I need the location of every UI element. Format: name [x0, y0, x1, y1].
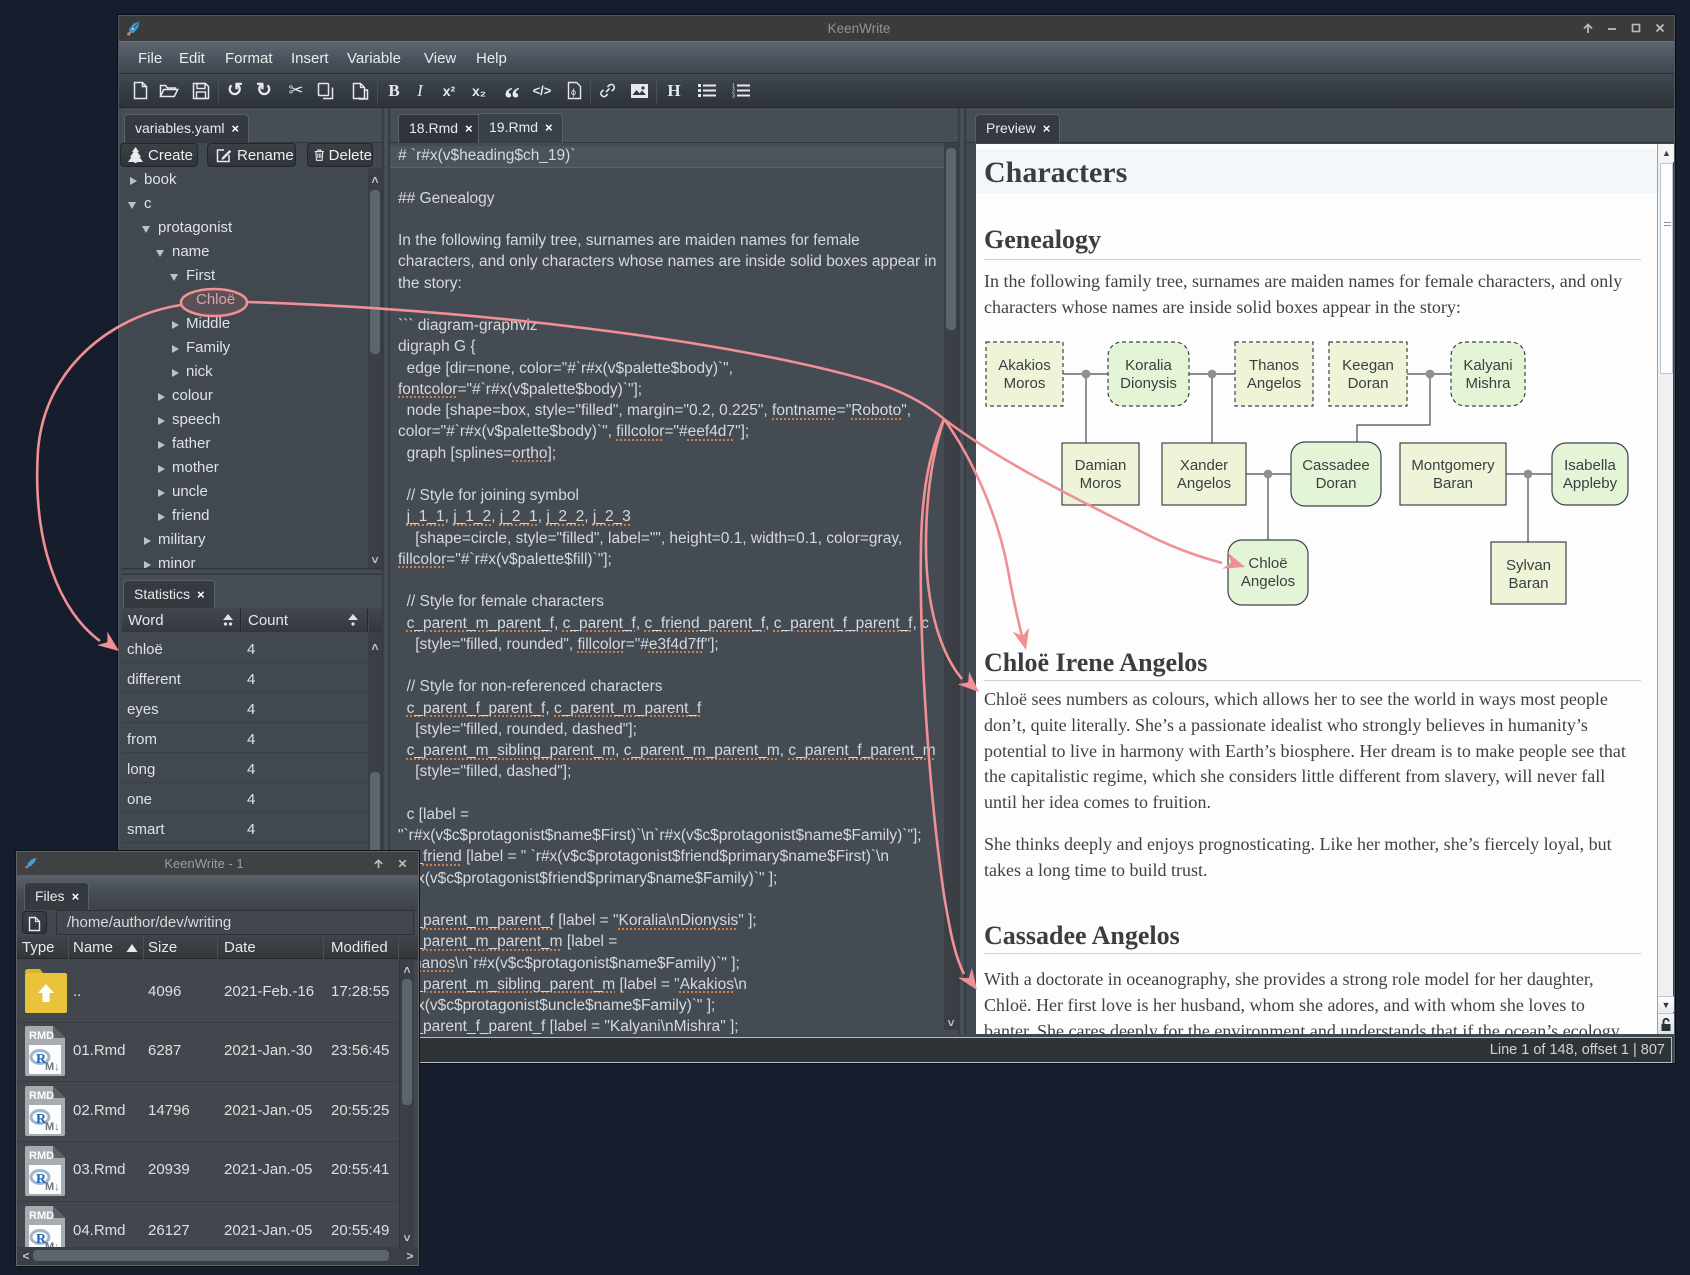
svg-text:Doran: Doran [1316, 475, 1357, 492]
svg-text:Koralia: Koralia [1125, 357, 1172, 374]
svg-text:Appleby: Appleby [1563, 475, 1618, 492]
svg-text:Cassadee: Cassadee [1302, 457, 1370, 474]
svg-text:Baran: Baran [1433, 475, 1473, 492]
svg-text:Montgomery: Montgomery [1411, 457, 1495, 474]
svg-text:Moros: Moros [1080, 475, 1122, 492]
svg-text:Angelos: Angelos [1177, 475, 1231, 492]
svg-text:Sylvan: Sylvan [1506, 557, 1551, 574]
svg-text:Thanos: Thanos [1249, 357, 1299, 374]
svg-text:Isabella: Isabella [1564, 457, 1616, 474]
svg-text:Mishra: Mishra [1465, 375, 1511, 392]
svg-text:Baran: Baran [1508, 575, 1548, 592]
svg-text:Akakios: Akakios [998, 357, 1051, 374]
svg-text:Xander: Xander [1180, 457, 1228, 474]
svg-text:3: 3 [732, 94, 735, 98]
svg-text:Damian: Damian [1075, 457, 1127, 474]
svg-text:Doran: Doran [1348, 375, 1389, 392]
svg-text:Dionysis: Dionysis [1120, 375, 1177, 392]
svg-text:Moros: Moros [1004, 375, 1046, 392]
svg-text:Angelos: Angelos [1241, 573, 1295, 590]
svg-text:Angelos: Angelos [1247, 375, 1301, 392]
svg-text:Keegan: Keegan [1342, 357, 1394, 374]
svg-text:ϕ: ϕ [571, 87, 576, 97]
svg-text:Kalyani: Kalyani [1463, 357, 1512, 374]
svg-text:Chloë: Chloë [1248, 555, 1287, 572]
